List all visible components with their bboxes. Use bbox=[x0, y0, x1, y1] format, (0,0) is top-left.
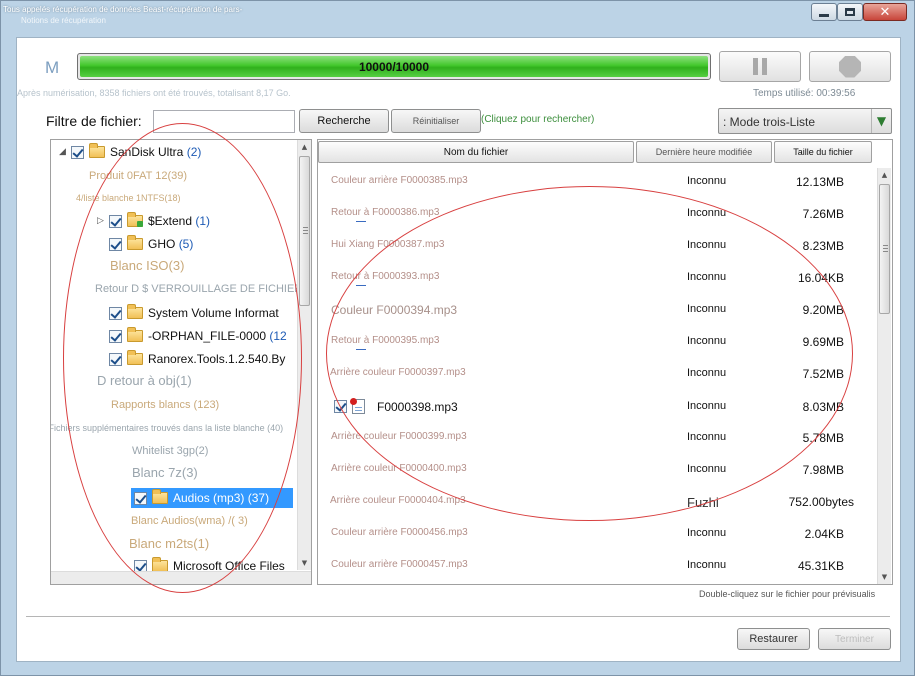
search-button[interactable]: Recherche bbox=[299, 109, 389, 133]
scroll-down-icon[interactable]: ▼ bbox=[298, 556, 311, 570]
view-mode-select[interactable]: : Mode trois-Liste ▼ bbox=[718, 108, 892, 134]
minimize-button[interactable] bbox=[811, 3, 837, 21]
tree-node[interactable]: Blanc 7z(3) bbox=[132, 463, 198, 481]
file-row[interactable]: Couleur F0000394.mp3 Inconnu 9.20MB bbox=[318, 300, 876, 320]
view-mode-value: : Mode trois-Liste bbox=[723, 115, 816, 129]
time-used: Temps utilisé: 00:39:56 bbox=[753, 88, 856, 99]
checkbox[interactable] bbox=[71, 145, 84, 159]
pause-icon bbox=[753, 58, 758, 75]
restore-button[interactable]: Restaurer bbox=[737, 628, 810, 650]
tree-node-ranorex[interactable]: Ranorex.Tools.1.2.540.By bbox=[109, 350, 285, 368]
folder-icon bbox=[127, 327, 143, 342]
scan-summary: Après numérisation, 8358 fichiers ont ét… bbox=[17, 88, 291, 98]
reset-button[interactable]: Réinitialiser bbox=[391, 109, 481, 133]
maximize-button[interactable] bbox=[837, 3, 863, 21]
tree-node[interactable]: Produit 0FAT 12(39) bbox=[89, 167, 187, 185]
tree-node[interactable]: Whitelist 3gp(2) bbox=[132, 442, 208, 460]
preview-hint: Double-cliquez sur le fichier pour prévi… bbox=[699, 589, 876, 599]
file-list[interactable]: Nom du fichier Dernière heure modifiée T… bbox=[317, 139, 893, 585]
scroll-up-icon[interactable]: ▲ bbox=[298, 140, 311, 154]
tree-node[interactable]: Blanc m2ts(1) bbox=[129, 534, 209, 552]
app-logo: M bbox=[45, 58, 60, 77]
tree-node-count: (2) bbox=[186, 145, 202, 159]
folder-icon bbox=[127, 235, 143, 250]
tree-node[interactable]: Blanc ISO(3) bbox=[110, 256, 184, 274]
scrollbar-thumb[interactable] bbox=[879, 184, 890, 314]
close-button[interactable]: ✕ bbox=[863, 3, 907, 21]
file-row[interactable]: Couleur arrière F0000456.mp3 Inconnu 2.0… bbox=[318, 524, 876, 544]
maximize-icon bbox=[845, 8, 855, 16]
checkbox[interactable] bbox=[134, 491, 147, 505]
column-header-name[interactable]: Nom du fichier bbox=[318, 141, 634, 163]
finish-button[interactable]: Terminer bbox=[818, 628, 891, 650]
checkbox[interactable] bbox=[109, 214, 122, 228]
tree-node[interactable]: 4 Fichiers supplémentaires trouvés dans … bbox=[51, 419, 283, 437]
main-panel: M 10000/10000 Après numérisation, 8358 f… bbox=[16, 37, 901, 662]
file-row[interactable]: Retour à F0000386.mp3 Inconnu 7.26MB bbox=[318, 204, 876, 224]
checkbox[interactable] bbox=[334, 400, 347, 413]
checkbox[interactable] bbox=[109, 352, 122, 366]
filter-input[interactable] bbox=[153, 110, 295, 133]
file-row[interactable]: Arrière couleur F0000399.mp3 Inconnu 5.7… bbox=[318, 428, 876, 448]
collapse-icon[interactable]: ◢ bbox=[59, 147, 71, 157]
file-row[interactable]: Couleur arrière F0000457.mp3 Inconnu 45.… bbox=[318, 556, 876, 576]
tree-node-system-volume[interactable]: System Volume Informat bbox=[109, 304, 279, 322]
stop-icon bbox=[839, 55, 861, 78]
folder-icon bbox=[127, 212, 143, 227]
stop-button[interactable] bbox=[809, 51, 891, 82]
deleted-file-icon bbox=[350, 398, 365, 414]
tree-node-extend[interactable]: ▷ $Extend (1) bbox=[97, 212, 210, 230]
tree-node[interactable]: D retour à obj(1) bbox=[97, 371, 192, 389]
folder-icon bbox=[152, 489, 168, 504]
file-row[interactable]: Arrière couleur F0000397.mp3 Inconnu 7.5… bbox=[318, 364, 876, 384]
footer-divider bbox=[26, 616, 890, 617]
column-header-size[interactable]: Taille du fichier bbox=[774, 141, 872, 163]
file-row[interactable]: Arrière couleur F0000400.mp3 Inconnu 7.9… bbox=[318, 460, 876, 480]
scan-progress-bar: 10000/10000 bbox=[77, 53, 711, 80]
scrollbar-thumb[interactable] bbox=[299, 156, 310, 306]
folder-icon bbox=[127, 304, 143, 319]
tree-scrollbar[interactable]: ▲ ▼ bbox=[297, 140, 311, 570]
close-icon: ✕ bbox=[879, 4, 891, 20]
tree-node-gho[interactable]: GHO (5) bbox=[109, 235, 193, 253]
tree-node[interactable]: Rapports blancs (123) bbox=[111, 396, 219, 414]
tree-node-audios-mp3[interactable]: Audios (mp3) (37) bbox=[131, 488, 293, 508]
tree-node-root[interactable]: ◢ SanDisk Ultra (2) bbox=[59, 143, 201, 161]
file-row[interactable]: Couleur arrière F0000385.mp3 Inconnu 12.… bbox=[318, 172, 876, 192]
checkbox[interactable] bbox=[109, 237, 122, 251]
tree-horizontal-scrollbar[interactable] bbox=[51, 571, 311, 584]
minimize-icon bbox=[819, 13, 829, 17]
tree-node-label: SanDisk Ultra bbox=[110, 145, 184, 159]
window-title: Tous appelés récupération de données Bea… bbox=[3, 5, 243, 14]
title-bar[interactable]: Tous appelés récupération de données Bea… bbox=[1, 1, 914, 27]
scroll-down-icon[interactable]: ▼ bbox=[878, 570, 891, 584]
window-subtitle: Notions de récupération bbox=[21, 16, 106, 25]
file-row[interactable]: Retour à F0000393.mp3 Inconnu 16.04KB bbox=[318, 268, 876, 288]
app-window: Tous appelés récupération de données Bea… bbox=[0, 0, 915, 676]
search-hint: (Cliquez pour rechercher) bbox=[481, 114, 595, 125]
dropdown-arrow-icon: ▼ bbox=[871, 109, 891, 133]
folder-icon bbox=[127, 350, 143, 365]
progress-label: 10000/10000 bbox=[358, 59, 430, 74]
tree-node[interactable]: 4/liste blanche 1NTFS(18) bbox=[76, 189, 181, 207]
filter-label: Filtre de fichier: bbox=[46, 113, 142, 129]
checkbox[interactable] bbox=[109, 306, 122, 320]
tree-node-orphan[interactable]: -ORPHAN_FILE-0000 (12 bbox=[109, 327, 287, 345]
pause-button[interactable] bbox=[719, 51, 801, 82]
folder-icon bbox=[89, 143, 105, 158]
file-row[interactable]: Arrière couleur F0000404.mp3 Fuzhi 752.0… bbox=[318, 492, 876, 512]
file-row[interactable]: Retour à F0000395.mp3 Inconnu 9.69MB bbox=[318, 332, 876, 352]
scroll-up-icon[interactable]: ▲ bbox=[878, 168, 891, 182]
tree-node[interactable]: Retour D $ VERROUILLAGE DE FICHIER $(2) bbox=[95, 280, 311, 298]
list-scrollbar[interactable]: ▲ ▼ bbox=[877, 168, 891, 584]
expand-icon[interactable]: ▷ bbox=[97, 216, 109, 226]
checkbox[interactable] bbox=[109, 329, 122, 343]
tree-node[interactable]: Blanc Audios(wma) /( 3) bbox=[131, 512, 248, 530]
column-header-modified[interactable]: Dernière heure modifiée bbox=[636, 141, 772, 163]
file-row-f0000398[interactable]: F0000398.mp3 Inconnu 8.03MB bbox=[318, 397, 876, 417]
folder-tree[interactable]: ◢ SanDisk Ultra (2) Produit 0FAT 12(39) … bbox=[50, 139, 312, 585]
file-row[interactable]: Hui Xiang F0000387.mp3 Inconnu 8.23MB bbox=[318, 236, 876, 256]
